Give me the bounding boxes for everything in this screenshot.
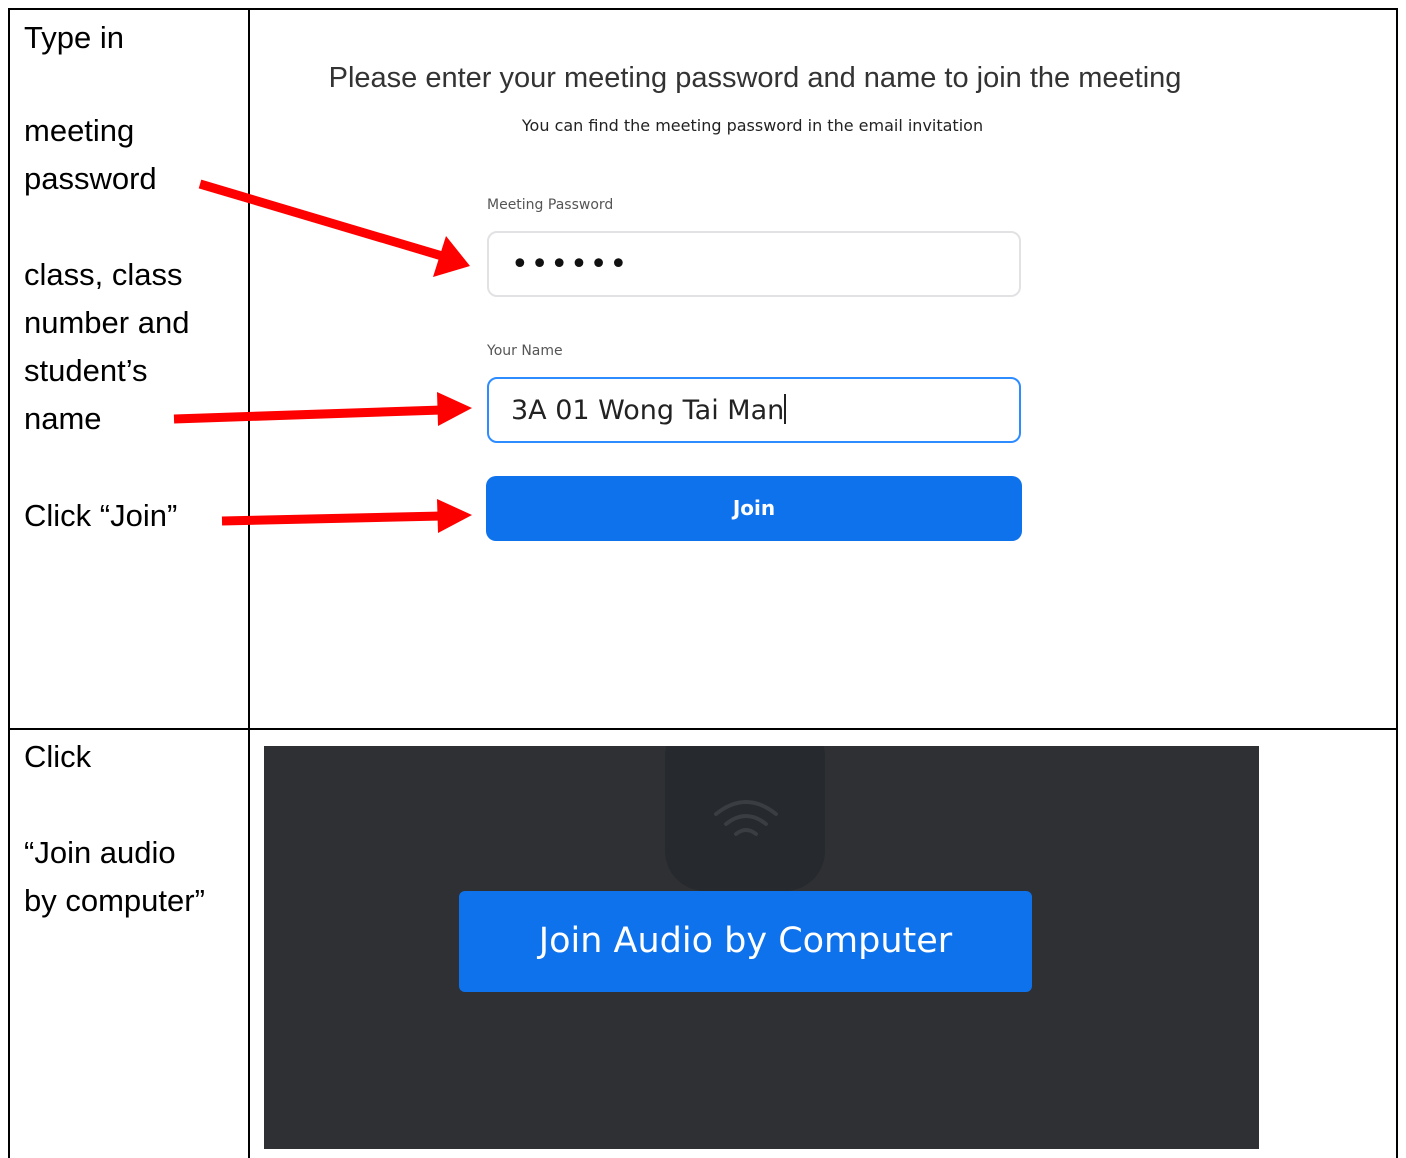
arrow-to-password xyxy=(198,179,470,277)
headphone-icon xyxy=(714,800,778,836)
arrow-to-join xyxy=(221,499,472,533)
arrow-to-name xyxy=(173,392,472,426)
join-audio-by-computer-button[interactable]: Join Audio by Computer xyxy=(459,891,1032,992)
audio-join-screenshot: Join Audio by Computer xyxy=(264,746,1259,1149)
